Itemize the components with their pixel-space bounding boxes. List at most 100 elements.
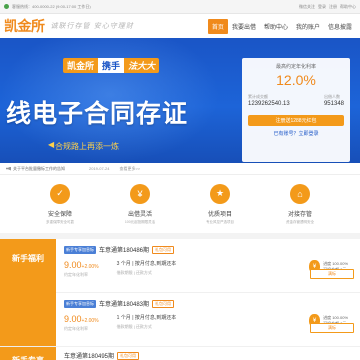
main-nav: 首页 我要出借 帮助中心 我的账户 信息披露 [207,18,356,34]
rate-card: 最高约定年化利率 12.0% 累计成交额 1239262540.13 出借人数 … [242,58,350,162]
topbar-link-wechat[interactable]: 微信关注 [299,4,315,10]
feature-desc: 多重保障安全可靠 [46,219,74,224]
stat-lenders-label: 出借人数 [323,94,340,99]
product-rate-value: 9.00 [64,314,82,324]
banner-promo-brand: 凯金所 [63,57,99,73]
product-rate-block: 9.00+2.00% 约定年化利率 [64,260,99,278]
feature-title: 安全保障 [47,211,72,218]
flexible-icon: ¥ [130,183,150,204]
product-badge: 礼包可用 [117,351,140,360]
stat-lenders: 出借人数 951348 [324,94,344,107]
feature-row: ✓ 安全保障 多重保障安全可靠 ¥ 出借灵活 100元起投期限灵活 ★ 优质项目… [0,175,360,233]
stat-lenders-value: 951348 [323,101,344,107]
quality-icon: ★ [210,183,230,204]
section-title: 新手福利 [0,239,56,346]
product-badge: 礼包可用 [152,245,175,254]
product-period-label: 借款期限 | 还款方式 [116,270,152,275]
banner-promo-partner: 法大大 [124,57,160,73]
stat-turnover-value: 1239262540.13 [248,101,290,107]
product-rate: 9.00+2.00% [64,314,99,324]
product-progress-value: 进度 100.00% [323,260,348,266]
feature-title: 出借灵活 [127,211,152,218]
product-rate-value: 9.00 [64,260,82,270]
product-rate-label: 约定年化利率 [64,272,88,277]
nav-help[interactable]: 帮助中心 [260,19,292,34]
section-title: 新手专享 [0,347,56,360]
topbar-link-register[interactable]: 注册 [329,4,337,10]
header: 凯金所 诚联行存管 安心守理财 首页 我要出借 帮助中心 我的账户 信息披露 [0,14,360,38]
product-period-block: 1 个月 | 按月付息,到期还本 借款期限 | 还款方式 [117,314,177,330]
nav-disclosure[interactable]: 信息披露 [324,19,356,34]
feature-quality: ★ 优质项目 专业风控严选项目 [190,183,250,225]
product-name[interactable]: 车意通第180483期 [99,299,149,308]
service-hotline: 客服热线：400-0000-22 (9:00-17:00 工作日) [12,3,91,9]
rate-card-stats: 累计成交额 1239262540.13 出借人数 951348 [248,94,344,107]
product-rate-block: 9.00+2.00% 约定年化利率 [64,314,99,332]
product-period-label: 借款期限 | 还款方式 [116,324,152,329]
product-name[interactable]: 车意通第180486期 [99,245,149,254]
product-status-button[interactable]: 满标 [310,269,354,279]
site-slogan: 诚联行存管 安心守理财 [50,22,134,30]
newbie-section: 新手福利 新手专享加息标 车意通第180486期 礼包可用 9.00+2.00%… [0,239,360,347]
nav-home[interactable]: 首页 [207,18,228,34]
product-list: 新手专享加息标 车意通第180486期 礼包可用 9.00+2.00% 约定年化… [56,239,360,347]
feature-flexible: ¥ 出借灵活 100元起投期限灵活 [110,183,170,225]
nav-invest[interactable]: 我要出借 [228,19,260,34]
product-row: 9.00+2.00% 约定年化利率 3 个月 | 按月付息,到期还本 借款期限 … [64,260,352,278]
banner-subtitle: 合规路上再添一炼 [55,142,119,151]
notice-bar: 关于平台批量撤标工作的告知 2019-07-24 查看更多>> [0,163,360,175]
register-button[interactable]: 注册送1288元红包 [248,115,344,126]
product-list: 车意通第180495期 礼包可用 [56,347,360,360]
hero-banner[interactable]: 凯金所 携手 法大大 线电子合同存证 ◀ 合规路上再添一炼 最高约定年化利率 1… [0,38,360,163]
rate-card-label: 最高约定年化利率 [275,64,316,70]
notice-message[interactable]: 关于平台批量撤标工作的告知 [13,166,65,172]
feature-desc: 100元起投期限灵活 [124,219,156,224]
banner-title: 线电子合同存证 [6,100,189,128]
product-item[interactable]: 新手专享加息标 车意通第180483期 礼包可用 9.00+2.00% 约定年化… [56,293,360,347]
banner-promo-with: 携手 [98,57,125,73]
product-head: 车意通第180495期 礼包可用 [64,351,352,360]
stat-turnover-label: 累计成交额 [248,94,268,99]
product-row: 9.00+2.00% 约定年化利率 1 个月 | 按月付息,到期还本 借款期限 … [64,314,352,332]
product-name[interactable]: 车意通第180495期 [64,351,114,360]
product-period-block: 3 个月 | 按月付息,到期还本 借款期限 | 还款方式 [117,260,177,276]
topbar-left: 客服热线：400-0000-22 (9:00-17:00 工作日) [4,4,91,10]
topbar-link-help[interactable]: 帮助中心 [340,4,356,10]
product-period: 1 个月 | 按月付息,到期还本 [116,315,177,321]
product-rate-label: 约定年化利率 [64,326,88,331]
stat-turnover: 累计成交额 1239262540.13 [248,94,290,107]
rate-card-rate: 12.0% [276,72,316,88]
product-head: 新手专享加息标 车意通第180486期 礼包可用 [64,245,352,254]
product-rate-extra: +2.00% [81,318,99,324]
banner-promo: 凯金所 携手 法大大 [63,57,160,73]
product-rate: 9.00+2.00% [64,260,99,270]
speaker-icon [6,166,11,171]
product-tag: 新手专享加息标 [64,245,96,254]
product-head: 新手专享加息标 车意通第180483期 礼包可用 [64,299,352,308]
topbar-links: 微信关注 登录 注册 帮助中心 [299,4,356,10]
feature-desc: 资金存管透明安全 [286,219,314,224]
feature-title: 优质项目 [207,211,232,218]
topbar-link-login[interactable]: 登录 [318,4,326,10]
feature-security: ✓ 安全保障 多重保障安全可靠 [30,183,90,225]
nav-account[interactable]: 我的账户 [292,19,324,34]
top-bar: 客服热线：400-0000-22 (9:00-17:00 工作日) 微信关注 登… [0,0,360,14]
product-rate-extra: +2.00% [81,264,99,270]
product-progress-value: 进度 100.00% [323,314,348,320]
product-item[interactable]: 新手专享加息标 车意通第180486期 礼包可用 9.00+2.00% 约定年化… [56,239,360,293]
login-link[interactable]: 已有账号？立即登录 [248,130,344,137]
product-badge: 礼包可用 [152,299,175,308]
feature-custody: ⌂ 对接存管 资金存管透明安全 [270,183,330,225]
product-tag: 新手专享加息标 [64,299,96,308]
exclusive-section: 新手专享 车意通第180495期 礼包可用 [0,347,360,360]
page: 客服热线：400-0000-22 (9:00-17:00 工作日) 微信关注 登… [0,0,360,360]
product-status-button[interactable]: 满标 [310,323,354,333]
site-logo[interactable]: 凯金所 [4,16,45,36]
phone-icon [4,4,9,9]
notice-more-link[interactable]: 查看更多>> [119,166,140,172]
notice-date: 2019-07-24 [89,166,110,171]
shield-icon: ✓ [50,183,70,204]
bank-icon: ⌂ [290,183,310,204]
feature-desc: 专业风控严选项目 [206,219,234,224]
product-period: 3 个月 | 按月付息,到期还本 [116,261,177,267]
